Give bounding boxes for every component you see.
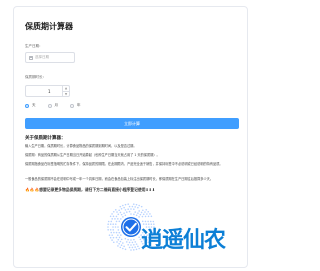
about-heading: 关于保质期计算器： — [25, 136, 66, 141]
about-paragraph: 一般食品的保质期不会在说明中写成一年一个具体日期，而会在食品包装上标注出保质期时… — [25, 177, 214, 181]
shelf-life-stepper[interactable]: 1 ▲ ▼ — [25, 85, 70, 97]
radio-dot-selected[interactable] — [25, 103, 29, 108]
unit-radio-day[interactable]: 天 — [25, 103, 36, 108]
unit-label: 天 — [32, 103, 36, 107]
calendar-icon — [29, 55, 33, 60]
unit-label: 月 — [54, 103, 59, 107]
shelf-life-value[interactable]: 1 — [26, 89, 62, 94]
about-paragraph: 保质期：商品的保质期从生产日期当日开始算起（也即生产日期当天就占用了 1 天的保… — [25, 153, 160, 157]
radio-dot[interactable] — [47, 103, 52, 108]
about-paragraph: 保质期指食品在标签指明的贮存条件下，保持品质的期限。在此期限内，产品完全适于销售… — [25, 162, 223, 166]
shelf-life-label: 保质期时长： — [25, 75, 46, 79]
date-field[interactable]: 选择日期 — [25, 52, 75, 63]
calculate-button[interactable]: 立即计算 — [25, 118, 239, 129]
watermark-logo: 逍遥仙农 — [141, 228, 226, 253]
date-label: 生产日期： — [25, 44, 43, 48]
radio-dot[interactable] — [70, 103, 74, 108]
page-title: 保质期计算器 — [25, 22, 73, 31]
unit-label: 年 — [77, 103, 81, 107]
unit-radio-month[interactable]: 月 — [47, 103, 59, 108]
promo-text: 🔥🔥🔥想要记录更多物品保质期，请扫下方二维码直接小程序登记使用⬇⬇⬇ — [25, 187, 156, 192]
unit-radio-year[interactable]: 年 — [70, 103, 81, 108]
decrement-icon[interactable]: ▼ — [63, 90, 69, 97]
unit-radio-group: 天 月 年 — [25, 103, 81, 108]
about-paragraph: 输入生产日期，保质期时长，计算食品物品的保质期到期时间，以及是否过期。 — [25, 144, 137, 148]
date-placeholder: 选择日期 — [35, 55, 49, 59]
stepper-controls: ▲ ▼ — [62, 86, 69, 96]
